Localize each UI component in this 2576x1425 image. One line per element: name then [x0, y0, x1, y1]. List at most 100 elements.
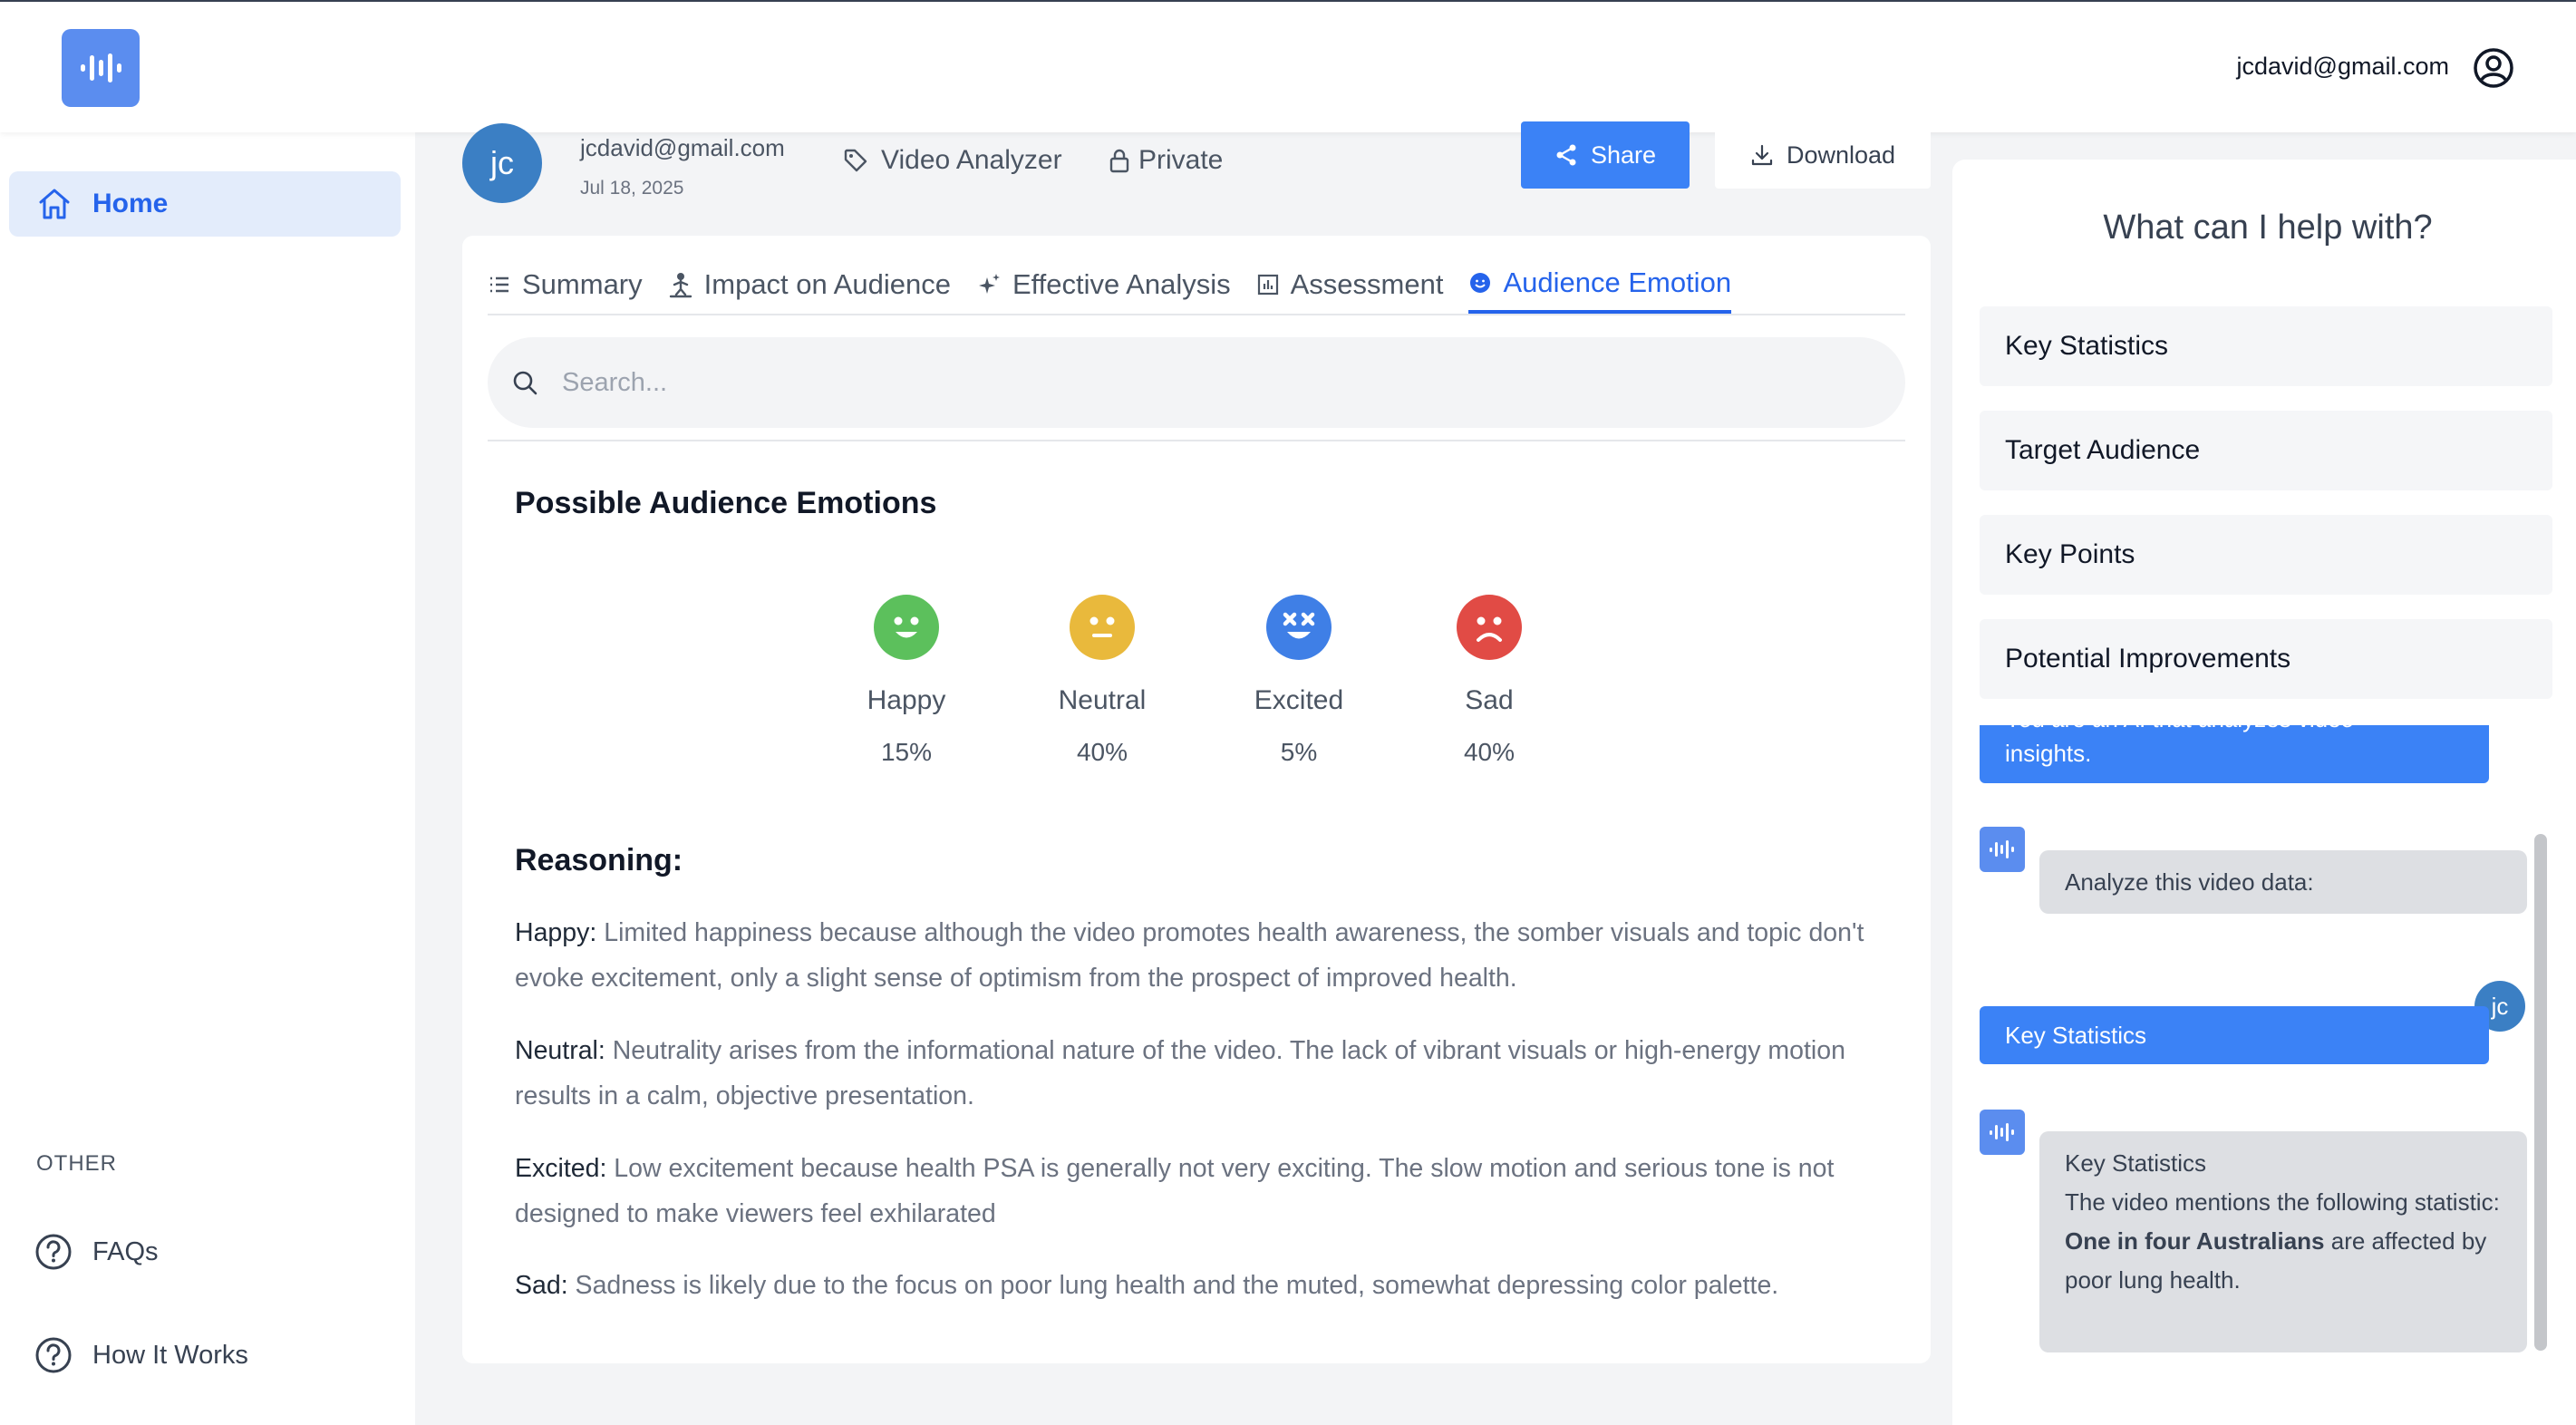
download-button[interactable]: Download — [1715, 121, 1931, 189]
search-input[interactable] — [562, 367, 1831, 398]
emotions-title: Possible Audience Emotions — [515, 486, 937, 520]
suggestion-target-audience[interactable]: Target Audience — [1980, 411, 2552, 490]
help-circle-icon — [35, 1337, 72, 1373]
video-tag[interactable]: Video Analyzer — [843, 145, 1062, 176]
video-date: Jul 18, 2025 — [580, 178, 684, 199]
download-icon — [1751, 144, 1773, 166]
chat-messages[interactable]: You are an AI that analyzes video insigh… — [1952, 725, 2560, 1360]
divider — [488, 440, 1905, 441]
emotion-sad: Sad 40% — [1417, 595, 1562, 767]
reasoning-key: Excited: — [515, 1154, 607, 1183]
sparkle-icon — [978, 274, 1000, 294]
visibility-indicator[interactable]: Private — [1109, 145, 1223, 176]
top-bar: jcdavid@gmail.com — [0, 0, 2576, 132]
download-label: Download — [1786, 141, 1896, 169]
waveform-icon — [1990, 840, 2014, 858]
emotion-label: Excited — [1254, 685, 1344, 715]
chat-scrollbar[interactable] — [2534, 834, 2547, 1351]
share-label: Share — [1590, 141, 1657, 169]
bot-reply: Key Statistics The video mentions the fo… — [2039, 1131, 2527, 1352]
reasoning-sad: Sad: Sadness is likely due to the focus … — [515, 1263, 1884, 1308]
tab-summary[interactable]: Summary — [488, 256, 643, 314]
emotion-percent: 5% — [1280, 738, 1318, 766]
system-message: You are an AI that analyzes video insigh… — [1980, 725, 2489, 783]
owner-avatar: jc — [462, 123, 542, 203]
reasoning-excited: Excited: Low excitement because health P… — [515, 1146, 1884, 1236]
excited-face-icon — [1266, 595, 1332, 660]
search-icon — [513, 371, 537, 395]
assistant-title: What can I help with? — [2103, 208, 2433, 247]
suggestion-key-statistics[interactable]: Key Statistics — [1980, 306, 2552, 386]
app-logo[interactable] — [62, 29, 140, 107]
waveform-icon — [81, 53, 121, 82]
help-circle-icon — [35, 1234, 72, 1270]
emotion-label: Sad — [1465, 685, 1514, 715]
owner-email: jcdavid@gmail.com — [580, 134, 785, 161]
sad-face-icon — [1457, 595, 1522, 660]
lock-icon — [1109, 149, 1129, 173]
emotion-percent: 15% — [880, 738, 933, 766]
tab-bar: Summary Impact on Audience Effective Ana… — [488, 256, 1905, 315]
bot-avatar — [1980, 1110, 2025, 1155]
tab-impact-on-audience[interactable]: Impact on Audience — [668, 256, 951, 314]
reasoning-text: Limited happiness because although the v… — [515, 918, 1864, 993]
visibility-label: Private — [1138, 145, 1224, 175]
waveform-icon — [1990, 1123, 2014, 1141]
emotion-percent: 40% — [1076, 738, 1128, 766]
user-circle-icon[interactable] — [2473, 47, 2514, 89]
tab-label: Summary — [522, 268, 643, 300]
emotion-label: Happy — [867, 685, 946, 715]
sidebar-item-faqs[interactable]: FAQs — [34, 1233, 159, 1271]
reasoning-text: Sadness is likely due to the focus on po… — [567, 1271, 1779, 1300]
emotion-label: Neutral — [1058, 685, 1147, 715]
emotion-neutral: Neutral 40% — [1030, 595, 1175, 767]
tag-label: Video Analyzer — [881, 145, 1062, 175]
person-icon — [669, 273, 692, 298]
sidebar-item-how-it-works[interactable]: How It Works — [34, 1336, 248, 1374]
sidebar-section-label: OTHER — [36, 1151, 117, 1176]
reply-bold: One in four Australians — [2065, 1227, 2325, 1255]
reasoning-key: Sad: — [515, 1271, 568, 1300]
reasoning-text: Low excitement because health PSA is gen… — [515, 1154, 1835, 1228]
home-icon — [39, 189, 70, 219]
reply-title: Key Statistics — [2065, 1149, 2207, 1177]
reasoning-happy: Happy: Limited happiness because althoug… — [515, 910, 1884, 1001]
tab-label: Audience Emotion — [1503, 267, 1732, 298]
tag-icon — [844, 149, 867, 172]
tab-label: Impact on Audience — [703, 268, 951, 300]
sidebar: Home OTHER FAQs How It Works — [0, 132, 415, 1425]
reasoning-key: Happy: — [515, 918, 597, 947]
emotion-happy: Happy 15% — [834, 595, 979, 767]
emotion-percent: 40% — [1463, 738, 1516, 766]
happy-face-icon — [874, 595, 939, 660]
emotion-excited: Excited 5% — [1226, 595, 1371, 767]
suggestion-potential-improvements[interactable]: Potential Improvements — [1980, 619, 2552, 699]
chart-icon — [1257, 274, 1278, 296]
sidebar-item-home[interactable]: Home — [9, 171, 401, 237]
list-icon — [490, 276, 508, 293]
tab-assessment[interactable]: Assessment — [1256, 256, 1444, 314]
tab-label: Assessment — [1290, 268, 1444, 300]
reasoning-text: Neutrality arises from the informational… — [515, 1036, 1845, 1110]
sidebar-item-label: Home — [92, 189, 169, 218]
system-message-tail: insights. — [2005, 740, 2092, 767]
system-message-text: You are an AI that analyzes video — [2005, 725, 2464, 736]
reasoning-key: Neutral: — [515, 1036, 605, 1065]
bot-avatar — [1980, 827, 2025, 872]
tab-label: Effective Analysis — [1012, 268, 1231, 300]
share-icon — [1556, 144, 1576, 166]
tab-effective-analysis[interactable]: Effective Analysis — [976, 256, 1231, 314]
bot-message: Analyze this video data: — [2039, 850, 2527, 914]
reasoning-neutral: Neutral: Neutrality arises from the info… — [515, 1028, 1884, 1119]
account-email: jcdavid@gmail.com — [2236, 53, 2449, 80]
suggestion-key-points[interactable]: Key Points — [1980, 515, 2552, 595]
share-button[interactable]: Share — [1521, 121, 1690, 189]
user-message: Key Statistics — [1980, 1006, 2489, 1064]
smile-icon — [1470, 273, 1491, 293]
reply-statistic: One in four Australians are affected by … — [2065, 1222, 2502, 1300]
sidebar-item-label: How It Works — [92, 1340, 248, 1370]
reasoning-title: Reasoning: — [515, 843, 683, 877]
reply-line: The video mentions the following statist… — [2065, 1188, 2500, 1216]
tab-audience-emotion[interactable]: Audience Emotion — [1468, 256, 1732, 314]
sidebar-item-label: FAQs — [92, 1236, 159, 1266]
